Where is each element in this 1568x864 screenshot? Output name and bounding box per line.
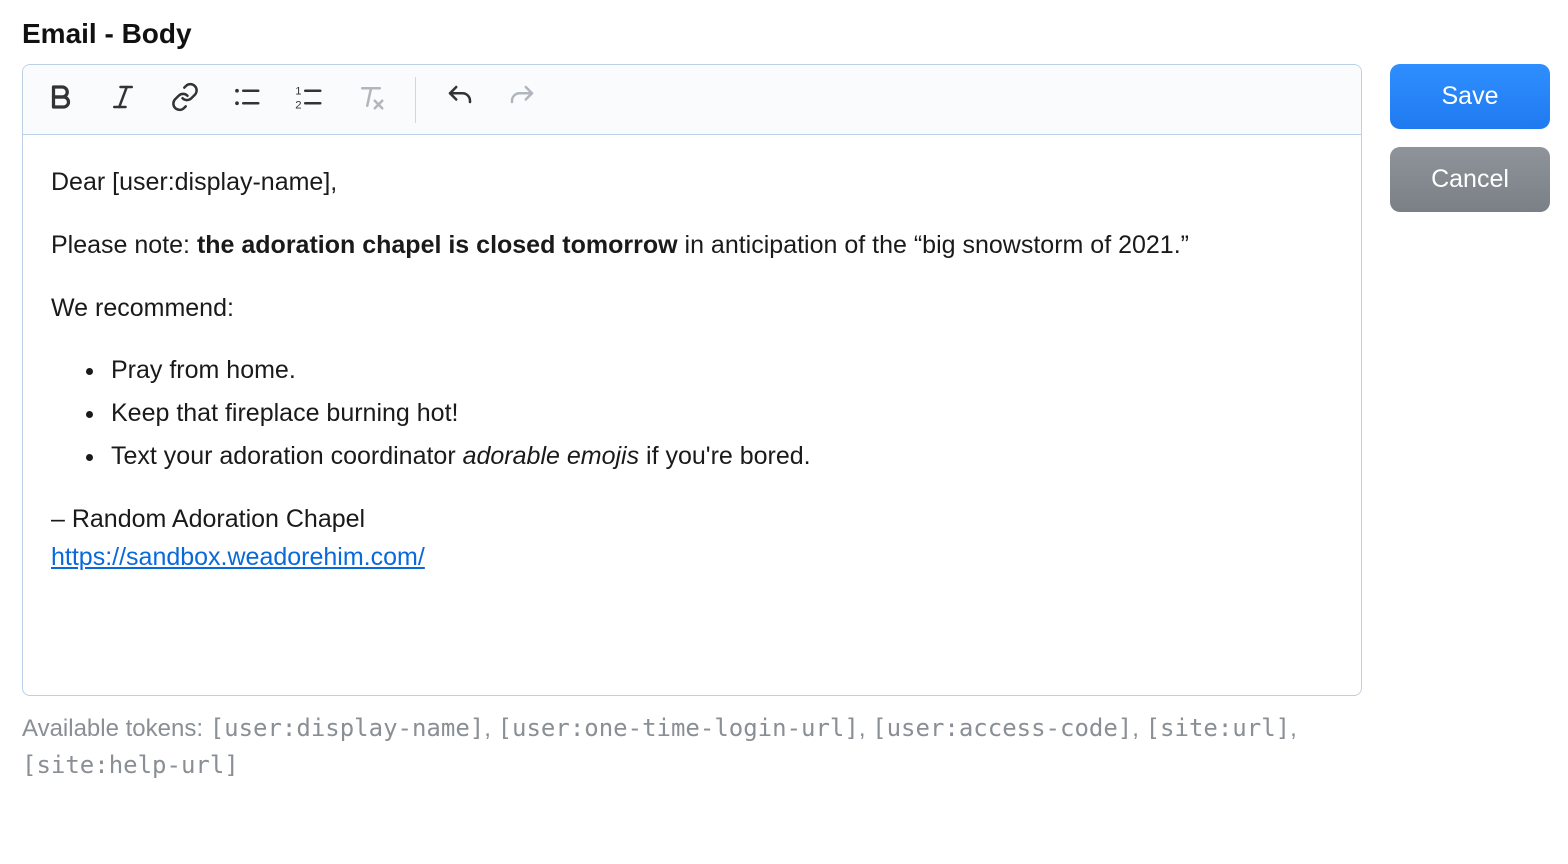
available-tokens-hint: Available tokens: [user:display-name], [… [22, 710, 1362, 784]
undo-icon [445, 82, 475, 117]
italic-button[interactable] [99, 76, 147, 124]
svg-text:1: 1 [295, 86, 301, 98]
action-buttons: Save Cancel [1390, 64, 1550, 212]
rich-text-editor: 12 [22, 64, 1362, 696]
link-button[interactable] [161, 76, 209, 124]
redo-icon [507, 82, 537, 117]
clear-formatting-button[interactable] [347, 76, 395, 124]
numbered-list-button[interactable]: 12 [285, 76, 333, 124]
toolbar-separator [415, 77, 416, 123]
email-body-textarea[interactable]: Dear [user:display-name], Please note: t… [23, 135, 1361, 695]
list-item: Text your adoration coordinator adorable… [107, 437, 1333, 476]
bold-button[interactable] [37, 76, 85, 124]
link-icon [170, 82, 200, 117]
greeting-line: Dear [user:display-name], [51, 163, 1333, 202]
section-heading: Email - Body [22, 18, 1546, 50]
svg-text:2: 2 [295, 99, 301, 111]
signoff-link[interactable]: https://sandbox.weadorehim.com/ [51, 543, 425, 571]
recommendation-list: Pray from home. Keep that fireplace burn… [51, 351, 1333, 475]
editor-toolbar: 12 [23, 65, 1361, 135]
signoff: – Random Adoration Chapel https://sandbo… [51, 500, 1333, 578]
list-item: Keep that fireplace burning hot! [107, 394, 1333, 433]
clear-formatting-icon [356, 82, 386, 117]
italic-icon [108, 82, 138, 117]
redo-button[interactable] [498, 76, 546, 124]
paragraph-1: Please note: the adoration chapel is clo… [51, 226, 1333, 265]
bullet-list-button[interactable] [223, 76, 271, 124]
save-button[interactable]: Save [1390, 64, 1550, 129]
undo-button[interactable] [436, 76, 484, 124]
numbered-list-icon: 12 [294, 82, 324, 117]
bullet-list-icon [232, 82, 262, 117]
paragraph-2: We recommend: [51, 289, 1333, 328]
cancel-button[interactable]: Cancel [1390, 147, 1550, 212]
bold-icon [46, 82, 76, 117]
list-item: Pray from home. [107, 351, 1333, 390]
